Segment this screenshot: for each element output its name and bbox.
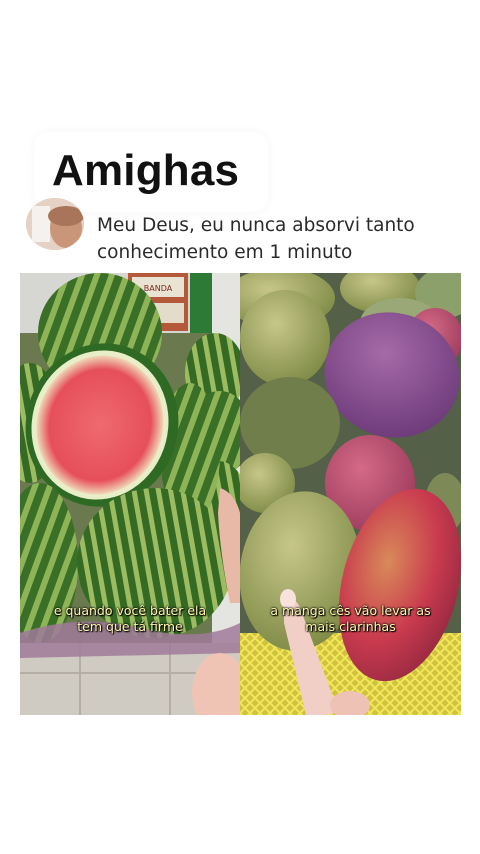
crate-label: BANDA — [144, 284, 173, 293]
left-caption-line1: e quando você bater ela — [53, 603, 207, 618]
comment-text: Meu Deus, eu nunca absorvi tanto conheci… — [97, 215, 415, 263]
right-caption-line1: a manga cês vão levar as — [270, 603, 431, 618]
mango-image — [240, 273, 461, 715]
post-title: Amighas — [52, 146, 240, 195]
mango-panel: a manga cês vão levar as mais clarinhas — [240, 273, 461, 715]
right-caption-line2: mais clarinhas — [305, 619, 396, 634]
watermelon-panel: BANDA e quando você bater ela tem que tá… — [20, 273, 240, 715]
left-caption-line2: tem que tá firme — [77, 619, 183, 634]
avatar-image — [26, 198, 84, 250]
watermelon-image: BANDA — [20, 273, 240, 715]
avatar[interactable] — [26, 198, 84, 250]
